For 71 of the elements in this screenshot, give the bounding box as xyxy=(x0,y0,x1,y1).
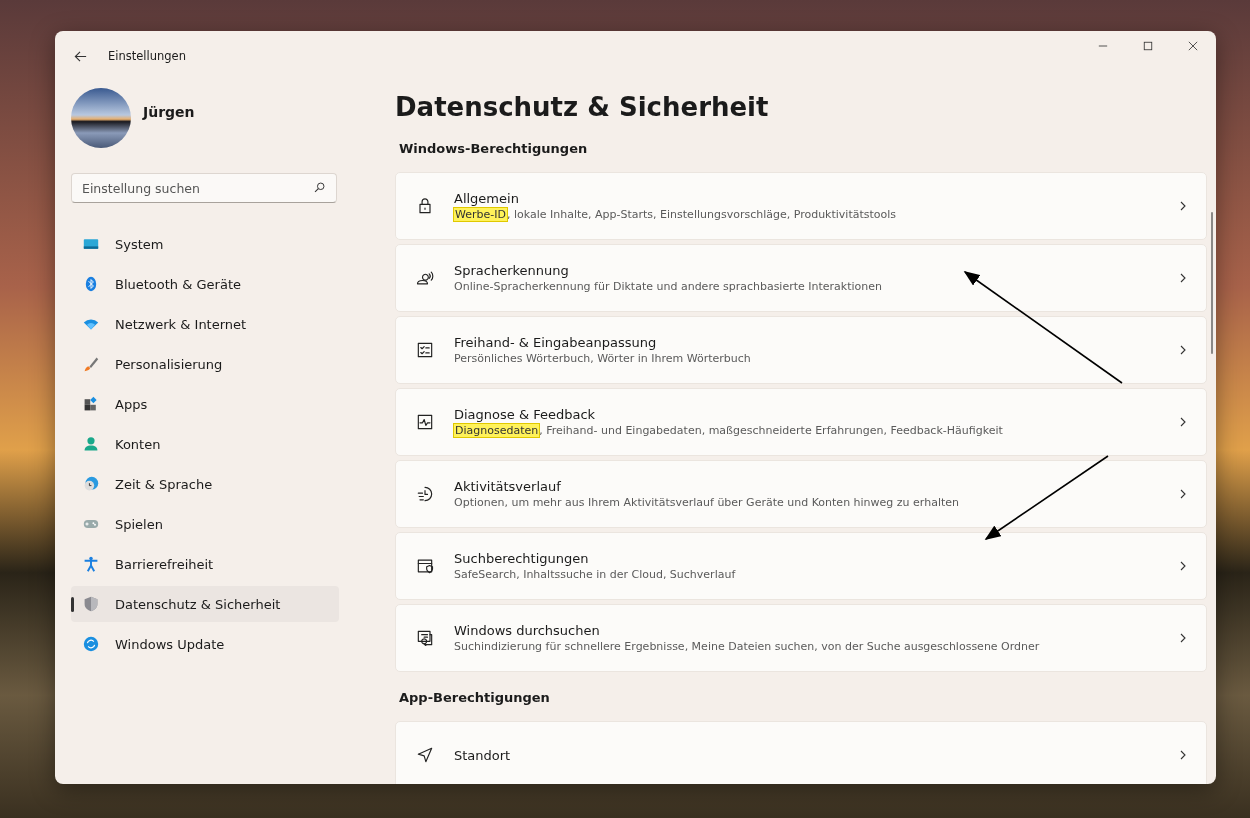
maximize-icon[interactable] xyxy=(1143,41,1153,51)
card-icon xyxy=(415,340,435,360)
card-description: Online-Spracherkennung für Diktate und andere sprachbasierte Interaktionen xyxy=(454,280,883,293)
bluetooth-icon xyxy=(83,276,99,292)
settings-card[interactable]: Windows durchsuchen Suchindizierung für schnellere Ergebnisse, Meine Dateien suchen, von der Suche ausgeschlossene Ordner xyxy=(395,604,1207,672)
settings-card[interactable]: Suchberechtigungen SafeSearch, Inhaltssuche in der Cloud, Suchverlauf xyxy=(395,532,1207,600)
card-title: Windows durchsuchen xyxy=(454,623,601,638)
highlighted-text: Werbe-ID xyxy=(454,208,507,221)
card-description: , lokale Inhalte, App-Starts, Einstellungsvorschläge, Produktivitätstools xyxy=(506,208,897,221)
sidebar-item[interactable]: Apps xyxy=(71,386,339,422)
card-icon xyxy=(415,412,435,432)
shield-icon xyxy=(83,596,99,612)
window-title: Einstellungen xyxy=(108,49,186,63)
search-icon xyxy=(313,181,326,194)
chevron-icon xyxy=(1178,201,1188,211)
brush-icon xyxy=(83,356,99,372)
sidebar-item[interactable]: Windows Update xyxy=(71,626,339,662)
sidebar-item[interactable]: Personalisierung xyxy=(71,346,339,382)
card-title: Diagnose & Feedback xyxy=(454,407,597,422)
chevron-icon xyxy=(1178,345,1188,355)
sidebar-item[interactable]: System xyxy=(71,226,339,262)
apps-icon xyxy=(83,396,99,412)
settings-card[interactable]: Freihand- & Eingabeanpassung Persönliches Wörterbuch, Wörter in Ihrem Wörterbuch xyxy=(395,316,1207,384)
section-heading: Windows-Berechtigungen xyxy=(399,141,589,156)
scrollbar[interactable] xyxy=(1211,212,1213,354)
section-heading: App-Berechtigungen xyxy=(399,690,551,705)
sidebar-item[interactable]: Bluetooth & Geräte xyxy=(71,266,339,302)
chevron-icon xyxy=(1178,750,1188,760)
card-description: Suchindizierung für schnellere Ergebnisse, Meine Dateien suchen, von der Suche ausgeschlossene Ordner xyxy=(454,640,1040,653)
chevron-icon xyxy=(1178,417,1188,427)
avatar-photo-placeholder xyxy=(71,88,131,148)
highlighted-text: Diagnosedaten xyxy=(454,424,540,437)
sidebar-item[interactable]: Konten xyxy=(71,426,339,462)
chevron-icon xyxy=(1178,273,1188,283)
card-title: Spracherkennung xyxy=(454,263,570,278)
card-title: Suchberechtigungen xyxy=(454,551,590,566)
sidebar-item[interactable]: Datenschutz & Sicherheit xyxy=(71,586,339,622)
close-icon[interactable] xyxy=(1188,41,1198,51)
sidebar-item[interactable]: Barrierefreiheit xyxy=(71,546,339,582)
settings-card[interactable]: Standort xyxy=(395,721,1207,784)
settings-card[interactable]: Spracherkennung Online-Spracherkennung für Diktate und andere sprachbasierte Interaktionen xyxy=(395,244,1207,312)
sync-icon xyxy=(83,636,99,652)
settings-card[interactable]: Diagnose & Feedback Diagnosedaten, Freihand- und Eingabedaten, maßgeschneiderte Erfahrungen, Feedback-Häufigkeit xyxy=(395,388,1207,456)
card-description: , Freihand- und Eingabedaten, maßgeschneiderte Erfahrungen, Feedback-Häufigkeit xyxy=(539,424,1003,437)
chevron-icon xyxy=(1178,489,1188,499)
card-title: Aktivitätsverlauf xyxy=(454,479,562,494)
sidebar-item[interactable]: Netzwerk & Internet xyxy=(71,306,339,342)
monitor-icon xyxy=(83,236,99,252)
card-description: SafeSearch, Inhaltssuche in der Cloud, Suchverlauf xyxy=(454,568,736,581)
back-arrow-icon[interactable] xyxy=(73,48,88,64)
page-title: Datenschutz & Sicherheit xyxy=(395,91,770,124)
sidebar-item[interactable]: Spielen xyxy=(71,506,339,542)
card-title: Freihand- & Eingabeanpassung xyxy=(454,335,658,350)
card-icon xyxy=(415,484,435,504)
person-icon xyxy=(83,436,99,452)
accessibility-icon xyxy=(83,556,99,572)
chevron-icon xyxy=(1178,561,1188,571)
selection-indicator xyxy=(71,597,74,612)
settings-card[interactable]: Aktivitätsverlauf Optionen, um mehr aus Ihrem Aktivitätsverlauf über Geräte und Konten hinweg zu erhalten xyxy=(395,460,1207,528)
user-name: Jürgen xyxy=(143,104,195,120)
card-icon xyxy=(415,628,435,648)
card-title: Standort xyxy=(454,747,512,763)
card-title: Allgemein xyxy=(454,191,520,206)
settings-card[interactable]: Allgemein Werbe-ID, lokale Inhalte, App-Starts, Einstellungsvorschläge, Produktivitätstools xyxy=(395,172,1207,240)
clock-globe-icon xyxy=(83,476,99,492)
chevron-icon xyxy=(1178,633,1188,643)
search-field[interactable]: Einstellung suchen xyxy=(71,173,337,203)
card-description: Persönliches Wörterbuch, Wörter in Ihrem Wörterbuch xyxy=(454,352,751,365)
sidebar-item[interactable]: Zeit & Sprache xyxy=(71,466,339,502)
card-icon xyxy=(415,745,435,765)
card-description: Optionen, um mehr aus Ihrem Aktivitätsverlauf über Geräte und Konten hinweg zu erhalten xyxy=(454,496,959,509)
